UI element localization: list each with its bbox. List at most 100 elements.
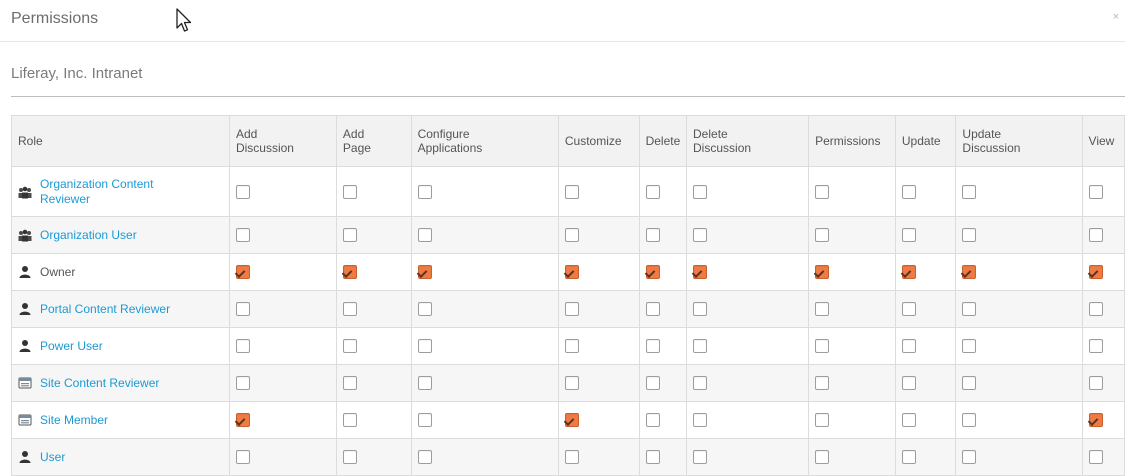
permission-cell: [228, 216, 337, 254]
role-name[interactable]: Organization User: [40, 228, 137, 243]
permission-checkbox[interactable]: [342, 228, 357, 243]
permission-cell: [686, 290, 810, 328]
permission-checkbox[interactable]: [417, 265, 432, 280]
permission-checkbox[interactable]: [564, 339, 579, 354]
permission-checkbox[interactable]: [962, 302, 977, 317]
permission-checkbox[interactable]: [645, 184, 660, 199]
permission-checkbox[interactable]: [564, 184, 579, 199]
permission-checkbox[interactable]: [564, 302, 579, 317]
permission-checkbox[interactable]: [645, 413, 660, 428]
permission-checkbox[interactable]: [417, 228, 432, 243]
permission-checkbox[interactable]: [693, 302, 708, 317]
permission-checkbox[interactable]: [417, 413, 432, 428]
permission-checkbox[interactable]: [645, 302, 660, 317]
permission-checkbox[interactable]: [901, 184, 916, 199]
permission-checkbox[interactable]: [962, 413, 977, 428]
permission-cell: [955, 401, 1083, 439]
role-name[interactable]: Portal Content Reviewer: [40, 302, 170, 317]
permission-checkbox[interactable]: [901, 228, 916, 243]
permission-cell: [557, 253, 640, 291]
permission-checkbox[interactable]: [417, 339, 432, 354]
permission-checkbox[interactable]: [693, 184, 708, 199]
dialog-title: Permissions: [11, 10, 99, 27]
role-name[interactable]: Power User: [40, 339, 103, 354]
permission-checkbox[interactable]: [564, 265, 579, 280]
permission-checkbox[interactable]: [564, 376, 579, 391]
permission-checkbox[interactable]: [815, 184, 830, 199]
permission-checkbox[interactable]: [901, 413, 916, 428]
permission-cell: [808, 290, 896, 328]
permission-checkbox[interactable]: [962, 376, 977, 391]
permission-checkbox[interactable]: [342, 265, 357, 280]
permission-checkbox[interactable]: [1088, 376, 1103, 391]
permission-checkbox[interactable]: [342, 339, 357, 354]
permission-checkbox[interactable]: [645, 265, 660, 280]
permission-checkbox[interactable]: [901, 302, 916, 317]
permission-checkbox[interactable]: [962, 339, 977, 354]
permission-checkbox[interactable]: [235, 228, 250, 243]
permission-checkbox[interactable]: [564, 450, 579, 465]
role-name[interactable]: Site Content Reviewer: [40, 376, 159, 391]
permission-checkbox[interactable]: [1088, 184, 1103, 199]
permission-checkbox[interactable]: [417, 450, 432, 465]
role-name[interactable]: Site Member: [40, 413, 108, 428]
permission-checkbox[interactable]: [645, 339, 660, 354]
permission-checkbox[interactable]: [235, 302, 250, 317]
permission-checkbox[interactable]: [693, 265, 708, 280]
permission-checkbox[interactable]: [1088, 302, 1103, 317]
permission-checkbox[interactable]: [417, 302, 432, 317]
permission-checkbox[interactable]: [901, 376, 916, 391]
permission-checkbox[interactable]: [1088, 450, 1103, 465]
permission-checkbox[interactable]: [901, 450, 916, 465]
permission-checkbox[interactable]: [645, 376, 660, 391]
permission-checkbox[interactable]: [815, 302, 830, 317]
permission-cell: [808, 401, 896, 439]
permission-checkbox[interactable]: [1088, 339, 1103, 354]
role-name[interactable]: User: [40, 450, 65, 465]
permission-checkbox[interactable]: [564, 228, 579, 243]
permission-checkbox[interactable]: [342, 302, 357, 317]
permission-checkbox[interactable]: [1088, 228, 1103, 243]
permission-checkbox[interactable]: [235, 450, 250, 465]
permission-checkbox[interactable]: [815, 376, 830, 391]
permission-checkbox[interactable]: [235, 376, 250, 391]
permission-checkbox[interactable]: [693, 413, 708, 428]
permission-checkbox[interactable]: [962, 450, 977, 465]
permission-checkbox[interactable]: [235, 339, 250, 354]
permission-checkbox[interactable]: [235, 413, 250, 428]
close-icon[interactable]: ×: [1113, 11, 1119, 23]
permission-checkbox[interactable]: [815, 339, 830, 354]
permission-checkbox[interactable]: [235, 184, 250, 199]
permission-checkbox[interactable]: [962, 265, 977, 280]
permission-checkbox[interactable]: [815, 413, 830, 428]
permission-checkbox[interactable]: [342, 450, 357, 465]
permission-checkbox[interactable]: [564, 413, 579, 428]
column-header-label: Permissions: [815, 134, 881, 148]
permission-cell: [410, 327, 559, 365]
permission-checkbox[interactable]: [962, 228, 977, 243]
permission-checkbox[interactable]: [1088, 265, 1103, 280]
site-name: Liferay, Inc. Intranet: [11, 65, 143, 82]
permission-cell: [638, 290, 688, 328]
permission-checkbox[interactable]: [693, 450, 708, 465]
permission-checkbox[interactable]: [235, 265, 250, 280]
permission-checkbox[interactable]: [645, 228, 660, 243]
permission-checkbox[interactable]: [815, 450, 830, 465]
permission-checkbox[interactable]: [815, 228, 830, 243]
permission-checkbox[interactable]: [1088, 413, 1103, 428]
permission-checkbox[interactable]: [901, 339, 916, 354]
permission-checkbox[interactable]: [417, 376, 432, 391]
permission-checkbox[interactable]: [417, 184, 432, 199]
permission-checkbox[interactable]: [342, 376, 357, 391]
permission-checkbox[interactable]: [342, 184, 357, 199]
permission-checkbox[interactable]: [815, 265, 830, 280]
permission-checkbox[interactable]: [342, 413, 357, 428]
permission-checkbox[interactable]: [693, 376, 708, 391]
permission-checkbox[interactable]: [693, 339, 708, 354]
permission-checkbox[interactable]: [645, 450, 660, 465]
permissions-table: Role Add Discussion Add Page Configure Applica…: [11, 115, 1125, 476]
permission-checkbox[interactable]: [962, 184, 977, 199]
permission-checkbox[interactable]: [901, 265, 916, 280]
permission-checkbox[interactable]: [693, 228, 708, 243]
role-name[interactable]: Organization Content Reviewer: [40, 177, 153, 207]
